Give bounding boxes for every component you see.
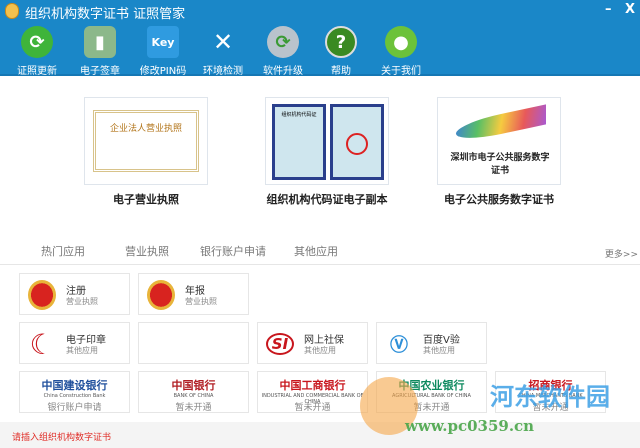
tab-other-apps[interactable]: 其他应用 [294,243,338,259]
abc-logo-icon: 中国农业银行 AGRICULTURAL BANK OF CHINA [392,379,471,399]
app-name: 网上社保 [304,335,344,346]
app-name: 百度V验 [423,335,460,346]
users-icon: ● [385,26,417,58]
app-category: 其他应用 [304,346,336,355]
bank-status: 银行账户申请 [47,403,102,413]
app-e-seal[interactable]: ☾ 电子印章 其他应用 [19,322,130,364]
boc-logo-icon: 中国银行 BANK OF CHINA [171,379,216,399]
business-license-image: 企业法人营业执照 [93,110,199,172]
stamp-icon: ▮ [84,26,116,58]
app-name: 注册 [66,286,86,297]
public-service-image-text: 深圳市电子公共服务数字证书 [450,153,550,176]
org-code-label[interactable]: 组织机构代码证电子副本 [237,191,417,207]
national-emblem-icon [147,280,175,310]
app-register[interactable]: 注册 营业执照 [19,273,130,315]
app-social-security[interactable]: SI 网上社保 其他应用 [257,322,368,364]
app-category: 营业执照 [66,297,98,306]
app-category: 其他应用 [66,346,98,355]
bank-status: 暂未开通 [294,403,331,413]
toolbar: ⟳ 证照更新 ▮ 电子签章 Key 修改PIN码 ✕ 环境检测 ⟳ 软件升级 ? 帮助 ● 关… [0,22,640,77]
bank-abc[interactable]: 中国农业银行 AGRICULTURAL BANK OF CHINA 暂未开通 [376,371,487,413]
public-service-logo-icon [456,104,546,144]
tool-label: 证照更新 [17,66,57,77]
change-pin-button[interactable]: Key 修改PIN码 [133,24,193,77]
tab-hot-apps[interactable]: 热门应用 [41,243,85,259]
status-bar: 请插入组织机构数字证书 [0,422,640,448]
app-category: 其他应用 [423,346,455,355]
app-category: 营业执照 [185,297,217,306]
tool-label: 关于我们 [381,66,421,77]
app-name: 年报 [185,286,205,297]
gear-update-icon: ⟳ [267,26,299,58]
app-name: 电子印章 [66,335,106,346]
bank-status: 暂未开通 [532,403,569,413]
refresh-icon: ⟳ [21,26,53,58]
seal-icon [346,133,368,155]
tab-business-license[interactable]: 营业执照 [125,243,169,259]
window-title: 组织机构数字证书 证照管家 [25,7,186,22]
tools-icon: ✕ [212,28,234,56]
app-tabs: 热门应用 营业执照 银行账户申请 其他应用 更多>> [0,240,640,265]
bank-status: 暂未开通 [175,403,212,413]
national-emblem-icon [28,280,56,310]
close-button[interactable]: X [625,2,635,17]
tool-label: 软件升级 [263,66,303,77]
bank-boc[interactable]: 中国银行 BANK OF CHINA 暂未开通 [138,371,249,413]
bank-cmb[interactable]: 招商银行 CHINA MERCHANTS BANK 暂未开通 [495,371,606,413]
tool-label: 修改PIN码 [139,66,187,77]
business-license-label[interactable]: 电子营业执照 [56,191,236,207]
app-annual-report[interactable]: 年报 营业执照 [138,273,249,315]
public-service-cert-label[interactable]: 电子公共服务数字证书 [409,191,589,207]
minimize-button[interactable]: – [605,2,612,17]
tool-label: 环境检测 [203,66,243,77]
env-check-button[interactable]: ✕ 环境检测 [193,24,253,77]
update-button[interactable]: ⟳ 证照更新 [7,24,67,77]
help-icon: ? [325,26,357,58]
public-service-cert-card[interactable]: 深圳市电子公共服务数字证书 [437,97,561,185]
social-security-icon: SI [266,333,294,355]
bank-icbc[interactable]: 中国工商银行 INDUSTRIAL AND COMMERCIAL BANK OF … [257,371,368,413]
org-code-card[interactable]: 组织机构代码证 [265,97,389,185]
status-message: 请插入组织机构数字证书 [12,433,112,443]
bank-status: 暂未开通 [413,403,450,413]
more-link[interactable]: 更多>> [605,247,638,260]
app-logo-icon [5,3,19,19]
help-button[interactable]: ? 帮助 [311,24,371,77]
app-baidu-verify[interactable]: Ⓥ 百度V验 其他应用 [376,322,487,364]
e-stamp-button[interactable]: ▮ 电子签章 [70,24,130,77]
org-code-image-back [330,104,384,180]
business-license-card[interactable]: 企业法人营业执照 [84,97,208,185]
tab-bank-account[interactable]: 银行账户申请 [200,243,266,259]
tool-label: 电子签章 [80,66,120,77]
upgrade-button[interactable]: ⟳ 软件升级 [253,24,313,77]
key-icon: Key [147,26,179,58]
e-seal-icon: ☾ [29,327,55,361]
title-bar: 组织机构数字证书 证照管家 – X [0,0,640,22]
about-button[interactable]: ● 关于我们 [371,24,431,77]
ribbon-badge-icon: Ⓥ [390,335,408,356]
bank-ccb[interactable]: 中国建设银行 China Construction Bank 银行账户申请 [19,371,130,413]
tool-label: 帮助 [331,66,351,77]
cmb-logo-icon: 招商银行 CHINA MERCHANTS BANK [518,379,583,399]
app-empty-tile [138,322,249,364]
ccb-logo-icon: 中国建设银行 China Construction Bank [41,379,108,399]
org-code-image: 组织机构代码证 [272,104,326,180]
